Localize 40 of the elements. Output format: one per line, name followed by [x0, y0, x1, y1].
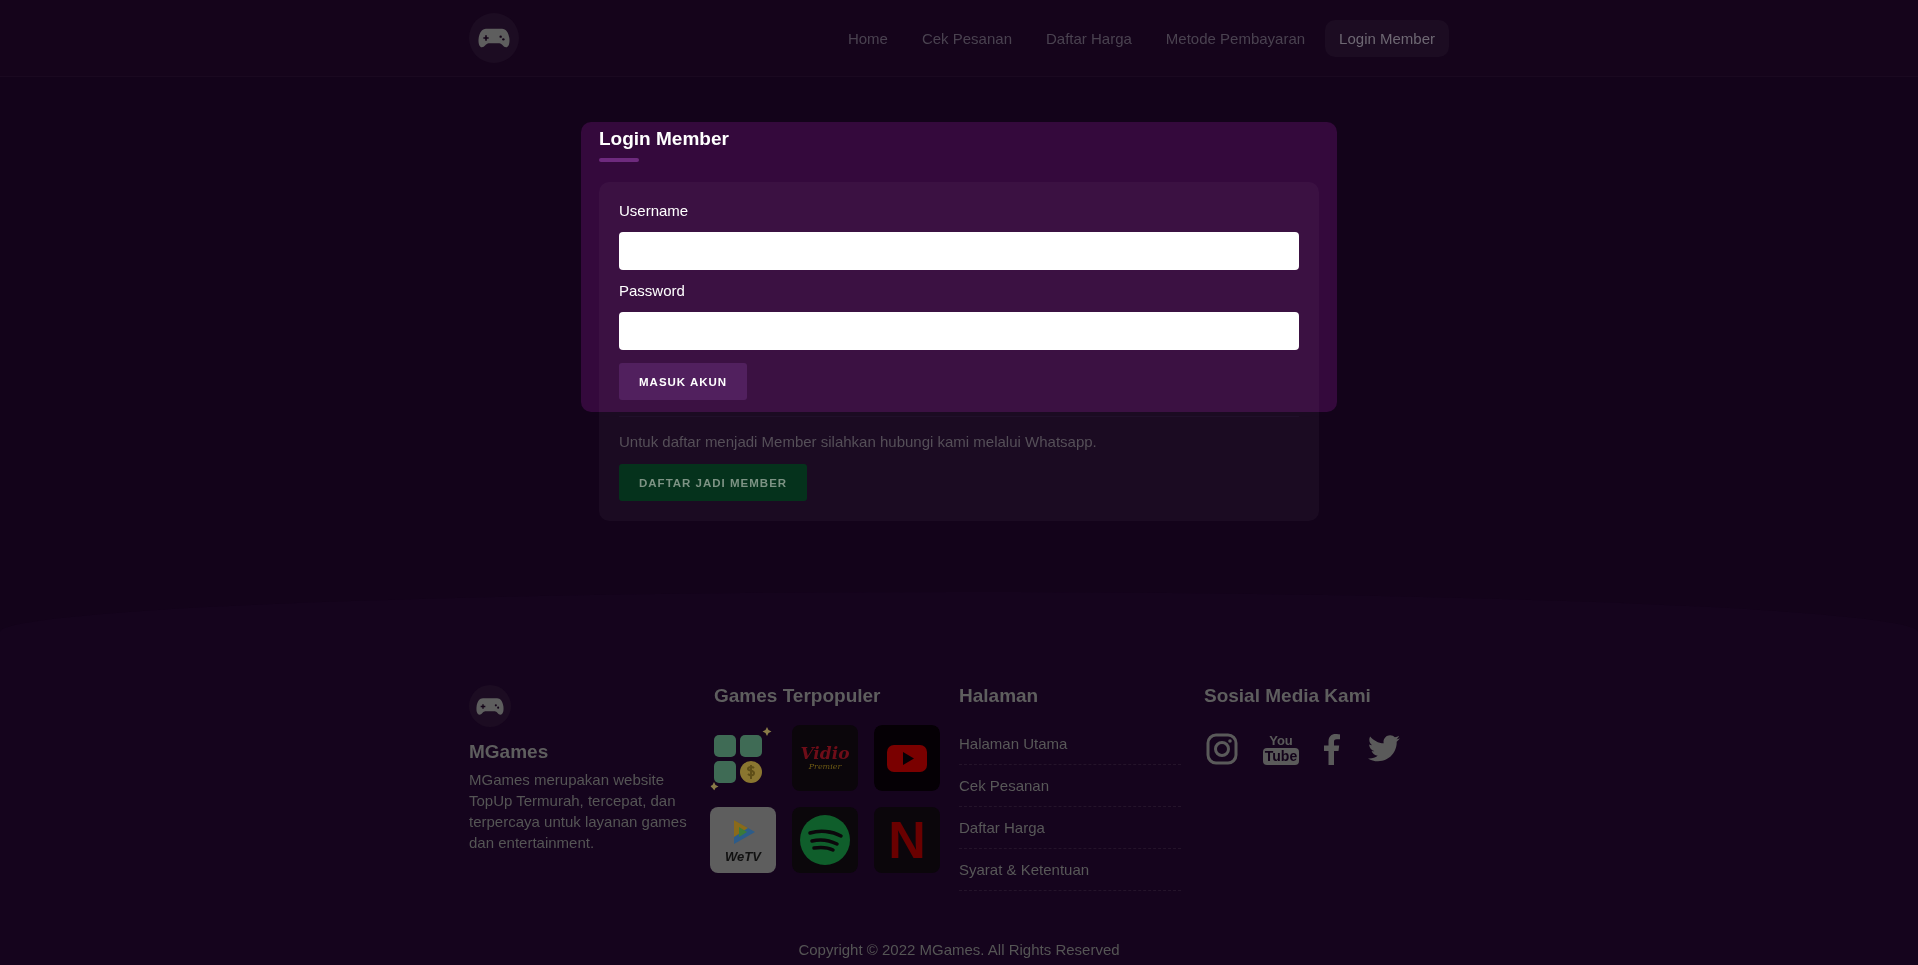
column-heading: Games Terpopuler [714, 685, 882, 707]
footer-link[interactable]: Cek Pesanan [959, 765, 1181, 807]
login-button[interactable]: MASUK AKUN [619, 363, 748, 400]
logo-badge[interactable] [469, 685, 511, 727]
play-app-icon[interactable] [874, 725, 940, 791]
brand-name: MGames [469, 741, 550, 763]
footer-link[interactable]: Halaman Utama [959, 723, 1181, 765]
gamepad-icon [478, 27, 510, 49]
brand-description: MGames merupakan website TopUp Termurah, tercepat, dan terpercaya untuk layanan games dan entertainment. [469, 770, 688, 853]
music-app-icon[interactable] [792, 807, 858, 873]
input-field[interactable] [619, 232, 1299, 270]
register-button[interactable]: DAFTAR JADI MEMBER [619, 464, 808, 501]
nav-link[interactable]: Daftar Harga [1032, 19, 1146, 57]
nav-link[interactable]: Login Member [1325, 19, 1449, 57]
title-underline [599, 158, 639, 162]
vidio-app-icon[interactable]: Vidio Premier [792, 725, 858, 791]
icon-text: You [1269, 733, 1293, 748]
card-title: Login Member [598, 127, 730, 150]
app-logo-text: Vidio [800, 745, 850, 762]
icon-text: Tube [1262, 747, 1300, 765]
column-heading: Halaman [959, 685, 1040, 707]
register-note: Untuk daftar menjadi Member silahkan hubungi kami melalui Whatsapp. [619, 433, 1098, 450]
column-heading: Sosial Media Kami [1204, 685, 1372, 707]
instagram-icon[interactable] [1206, 733, 1238, 765]
facebook-icon[interactable] [1324, 733, 1340, 765]
footer-link[interactable]: Syarat & Ketentuan [959, 849, 1181, 891]
netflix-app-icon[interactable]: N [874, 807, 940, 873]
copyright-text: Copyright © 2022 MGames. All Rights Reserved [797, 941, 1121, 958]
nav-link[interactable]: Metode Pembayaran [1151, 19, 1320, 57]
field-label: Username [619, 202, 690, 219]
gamepad-icon [476, 696, 504, 716]
app-logo-text: WeTV [725, 848, 761, 864]
field-label: Password [619, 282, 686, 299]
footer-link[interactable]: Daftar Harga [959, 807, 1181, 849]
app-logo-subtext: Premier [808, 762, 842, 771]
input-field[interactable] [619, 312, 1299, 350]
app-logo-text: N [888, 814, 926, 866]
wetv-app-icon[interactable]: WeTV [710, 807, 776, 873]
nav-link[interactable]: Home [833, 19, 902, 57]
nav-link[interactable]: Cek Pesanan [907, 19, 1026, 57]
